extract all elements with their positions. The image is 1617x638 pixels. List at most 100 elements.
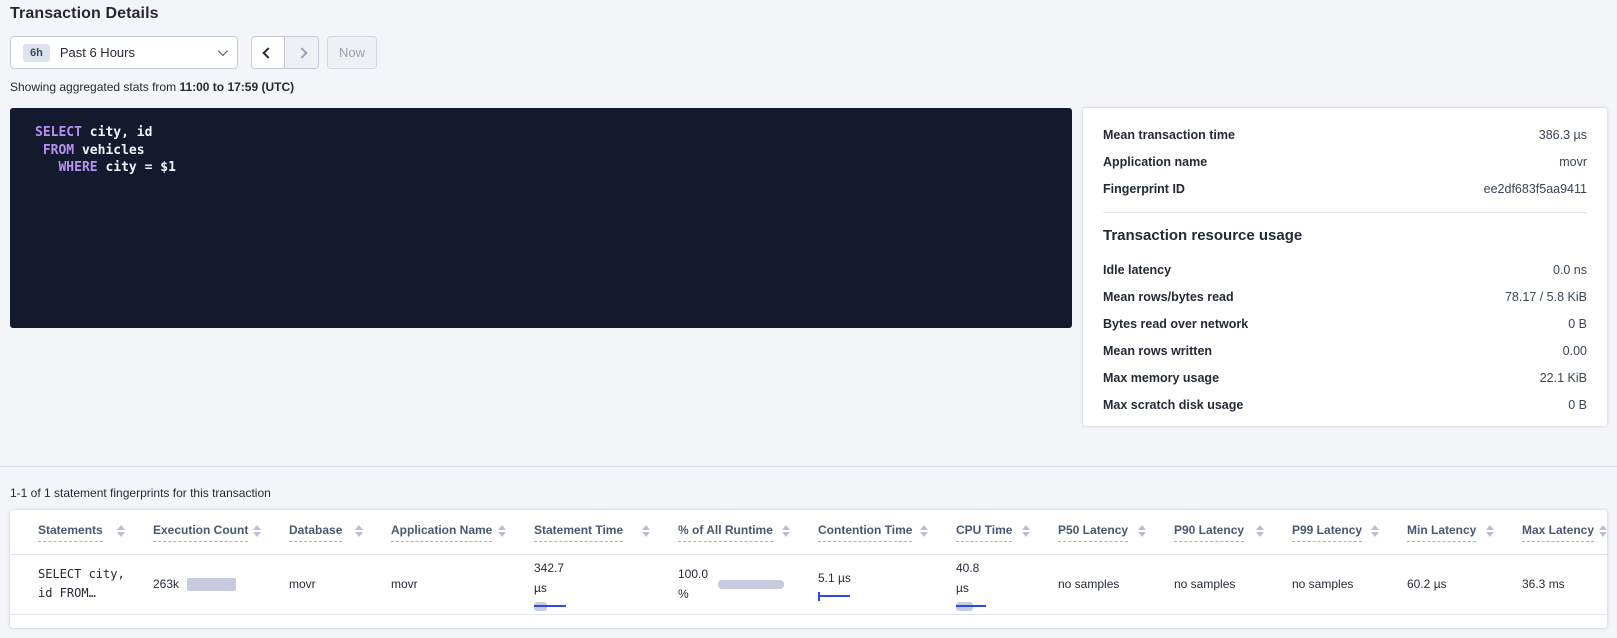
- column-header-p90-latency[interactable]: P90 Latency: [1146, 510, 1264, 554]
- sort-icon[interactable]: [117, 525, 125, 537]
- sort-icon[interactable]: [498, 525, 506, 537]
- sort-icon[interactable]: [920, 525, 928, 537]
- resource-row: Idle latency 0.0 ns: [1103, 256, 1587, 283]
- column-header-pct-of-all-runtime[interactable]: % of All Runtime: [650, 510, 790, 554]
- aggregation-note-range: 11:00 to 17:59 (UTC): [179, 80, 294, 94]
- column-header-contention-time[interactable]: Contention Time: [790, 510, 928, 554]
- summary-value: ee2df683f5aa9411: [1484, 182, 1587, 196]
- sort-icon[interactable]: [1599, 525, 1607, 537]
- summary-label: Fingerprint ID: [1103, 182, 1185, 196]
- resource-usage-heading: Transaction resource usage: [1103, 227, 1587, 244]
- statements-table-card: Statements Execution Count Database Appl…: [10, 510, 1607, 628]
- resource-value: 0.00: [1563, 344, 1587, 358]
- aggregation-note-prefix: Showing aggregated stats from: [10, 80, 179, 94]
- sort-icon[interactable]: [782, 525, 790, 537]
- table-header-row: Statements Execution Count Database Appl…: [10, 510, 1607, 554]
- resource-value: 0 B: [1568, 398, 1587, 412]
- statement-time-bar: [534, 602, 566, 611]
- summary-row: Fingerprint ID ee2df683f5aa9411: [1103, 175, 1587, 202]
- statements-table: Statements Execution Count Database Appl…: [10, 510, 1607, 615]
- section-divider: [0, 466, 1617, 467]
- sort-icon[interactable]: [1371, 525, 1379, 537]
- statement-cell: SELECT city,id FROM…: [10, 554, 125, 614]
- summary-label: Application name: [1103, 155, 1207, 169]
- column-header-min-latency[interactable]: Min Latency: [1379, 510, 1494, 554]
- chevron-right-icon: [296, 47, 307, 58]
- cpu-time-bar: [956, 602, 986, 611]
- contention-time-cell: 5.1 µs: [790, 554, 928, 614]
- execution-count-cell: 263k: [125, 554, 261, 614]
- max-latency-cell: 36.3 ms: [1494, 554, 1607, 614]
- time-controls: 6h Past 6 Hours Now: [10, 36, 377, 69]
- sort-icon[interactable]: [1486, 525, 1494, 537]
- resource-value: 78.17 / 5.8 KiB: [1505, 290, 1587, 304]
- column-header-execution-count[interactable]: Execution Count: [125, 510, 261, 554]
- statement-time-cell: 342.7 µs: [506, 554, 650, 614]
- resource-row: Bytes read over network 0 B: [1103, 310, 1587, 337]
- next-interval-button[interactable]: [285, 37, 318, 68]
- aggregation-note: Showing aggregated stats from 11:00 to 1…: [10, 80, 294, 94]
- statement-row: SELECT city,id FROM… 263k movr movr 342.…: [10, 554, 1607, 614]
- resource-label: Idle latency: [1103, 263, 1171, 277]
- transaction-summary-card: Mean transaction time 386.3 µs Applicati…: [1083, 108, 1607, 426]
- column-header-database[interactable]: Database: [261, 510, 363, 554]
- resource-row: Mean rows/bytes read 78.17 / 5.8 KiB: [1103, 283, 1587, 310]
- summary-value: movr: [1559, 155, 1587, 169]
- column-header-statement-time[interactable]: Statement Time: [506, 510, 650, 554]
- resource-label: Mean rows written: [1103, 344, 1212, 358]
- sort-icon[interactable]: [253, 525, 261, 537]
- statement-link[interactable]: SELECT city,id FROM…: [38, 565, 119, 603]
- page-title: Transaction Details: [10, 5, 159, 23]
- application-name-cell: movr: [363, 554, 506, 614]
- sort-icon[interactable]: [642, 525, 650, 537]
- resource-value: 22.1 KiB: [1540, 371, 1587, 385]
- resource-label: Mean rows/bytes read: [1103, 290, 1234, 304]
- transaction-details-page: Transaction Details 6h Past 6 Hours Now …: [0, 0, 1617, 638]
- time-interval-dropdown[interactable]: 6h Past 6 Hours: [10, 36, 238, 69]
- resource-value: 0.0 ns: [1553, 263, 1587, 277]
- execution-count-bar: [187, 578, 236, 591]
- resource-label: Bytes read over network: [1103, 317, 1248, 331]
- time-interval-badge: 6h: [23, 44, 50, 62]
- chevron-left-icon: [262, 47, 273, 58]
- summary-label: Mean transaction time: [1103, 128, 1235, 142]
- resource-row: Mean rows written 0.00: [1103, 337, 1587, 364]
- column-header-max-latency[interactable]: Max Latency: [1494, 510, 1607, 554]
- min-latency-cell: 60.2 µs: [1379, 554, 1494, 614]
- column-header-application-name[interactable]: Application Name: [363, 510, 506, 554]
- summary-row: Application name movr: [1103, 148, 1587, 175]
- prev-interval-button[interactable]: [252, 37, 285, 68]
- now-button[interactable]: Now: [327, 36, 377, 69]
- sql-line: FROM vehicles: [35, 142, 1047, 160]
- resource-row: Max memory usage 22.1 KiB: [1103, 364, 1587, 391]
- resource-label: Max scratch disk usage: [1103, 398, 1243, 412]
- cpu-time-cell: 40.8 µs: [928, 554, 1030, 614]
- column-header-p50-latency[interactable]: P50 Latency: [1030, 510, 1146, 554]
- database-cell: movr: [261, 554, 363, 614]
- column-header-statements[interactable]: Statements: [10, 510, 125, 554]
- sort-icon[interactable]: [1138, 525, 1146, 537]
- summary-value: 386.3 µs: [1539, 128, 1587, 142]
- p90-latency-cell: no samples: [1146, 554, 1264, 614]
- sql-statement-box: SELECT city, id FROM vehicles WHERE city…: [10, 108, 1072, 328]
- column-header-p99-latency[interactable]: P99 Latency: [1264, 510, 1379, 554]
- chevron-down-icon: [218, 46, 228, 56]
- sort-icon[interactable]: [1256, 525, 1264, 537]
- p50-latency-cell: no samples: [1030, 554, 1146, 614]
- sort-icon[interactable]: [355, 525, 363, 537]
- pct-runtime-bar: [718, 580, 784, 589]
- contention-time-bar: [818, 592, 850, 601]
- resource-row: Max scratch disk usage 0 B: [1103, 391, 1587, 418]
- sql-line: WHERE city = $1: [35, 159, 1047, 177]
- sql-line: SELECT city, id: [35, 124, 1047, 142]
- statements-count-text: 1-1 of 1 statement fingerprints for this…: [10, 486, 271, 500]
- time-interval-label: Past 6 Hours: [60, 45, 218, 60]
- p99-latency-cell: no samples: [1264, 554, 1379, 614]
- sort-icon[interactable]: [1022, 525, 1030, 537]
- resource-value: 0 B: [1568, 317, 1587, 331]
- time-step-buttons: [251, 36, 319, 69]
- column-header-cpu-time[interactable]: CPU Time: [928, 510, 1030, 554]
- summary-row: Mean transaction time 386.3 µs: [1103, 121, 1587, 148]
- summary-divider: [1103, 212, 1587, 213]
- resource-label: Max memory usage: [1103, 371, 1219, 385]
